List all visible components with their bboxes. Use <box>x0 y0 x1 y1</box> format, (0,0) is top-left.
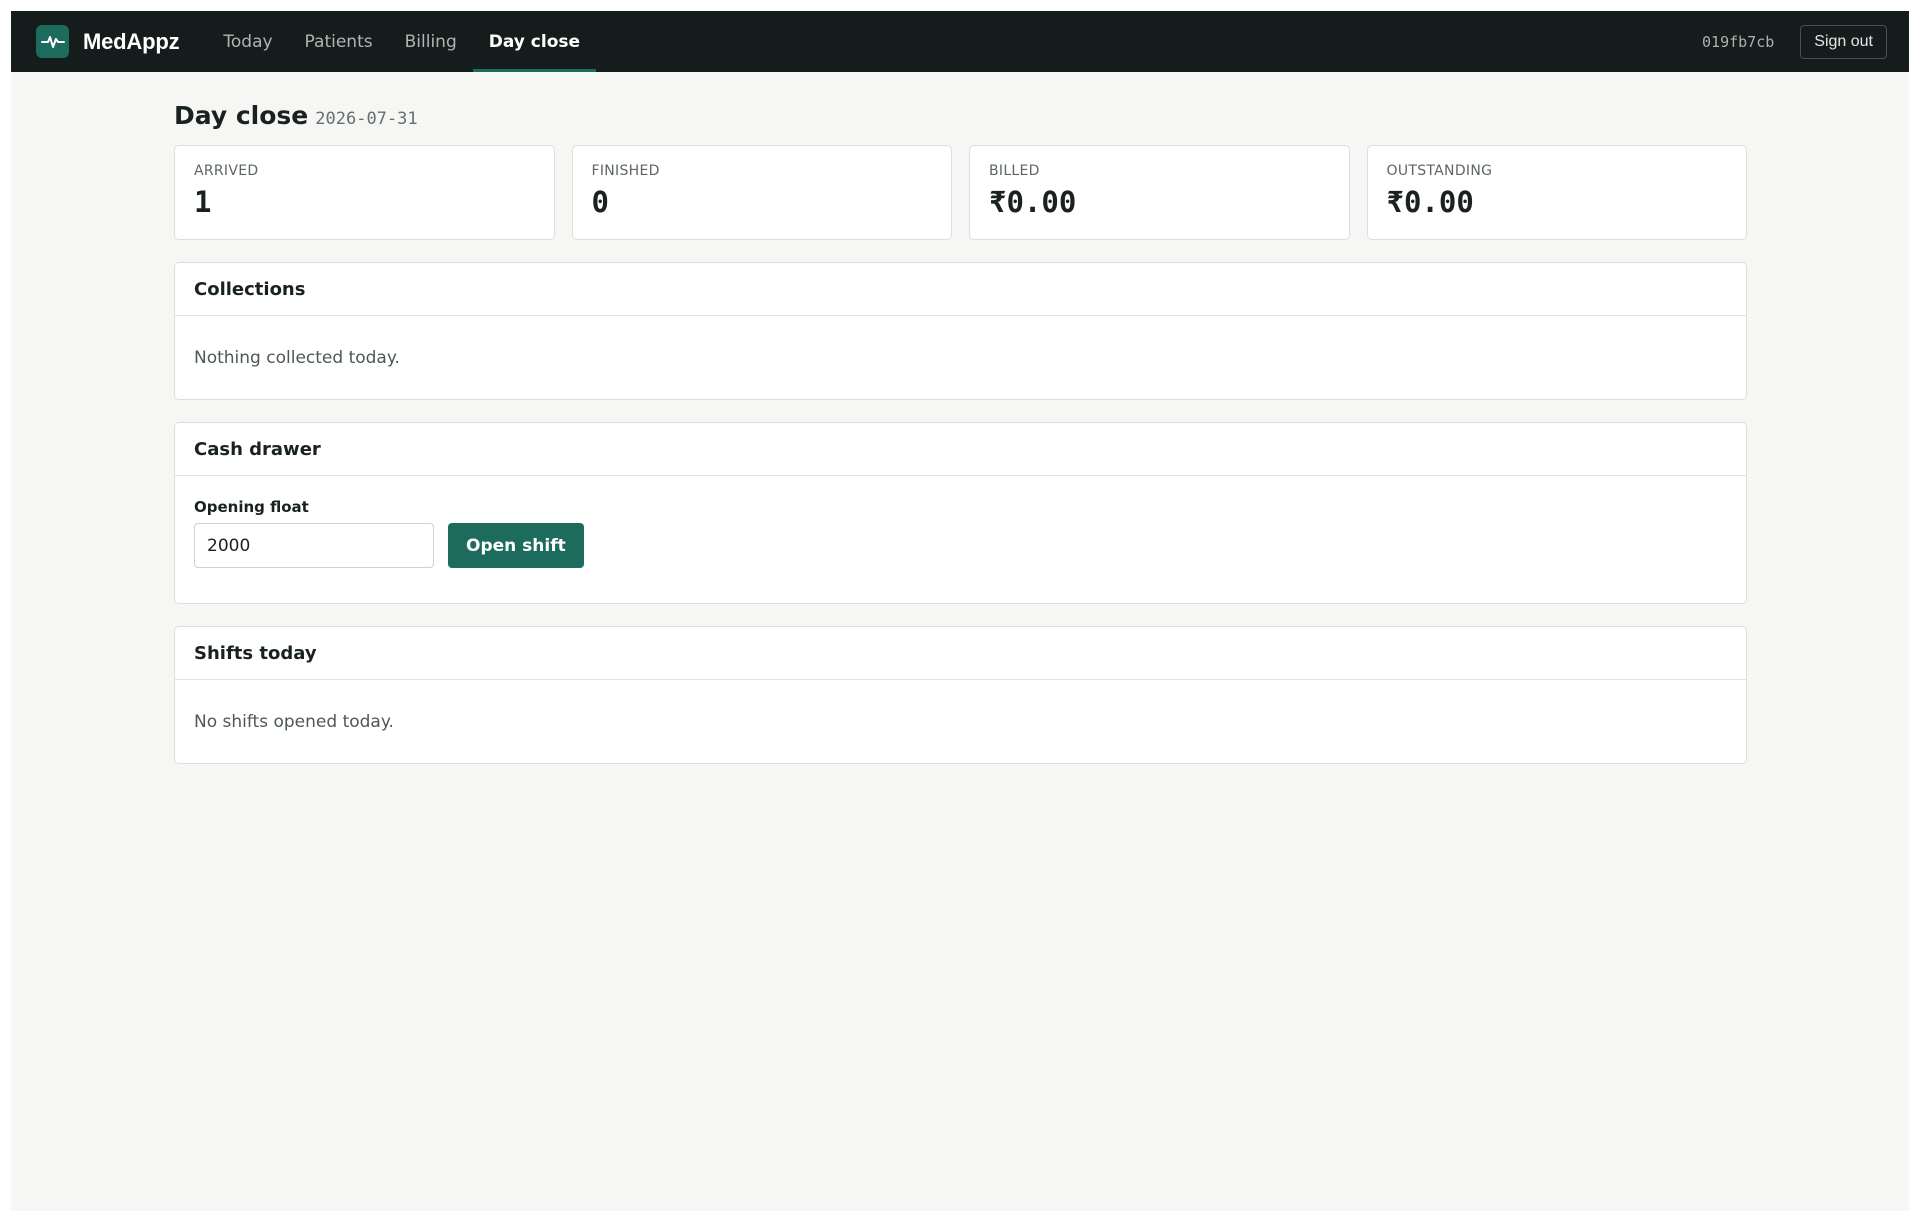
shifts-today-card: Shifts today No shifts opened today. <box>174 626 1747 764</box>
pulse-icon <box>36 25 69 58</box>
opening-float-row: Open shift <box>194 523 1727 568</box>
app-window: MedAppz Today Patients Billing Day close… <box>11 11 1909 1211</box>
nav-item-billing[interactable]: Billing <box>389 11 473 72</box>
card-title: Shifts today <box>175 627 1746 680</box>
card-body: Opening float Open shift <box>175 476 1746 603</box>
opening-float-label: Opening float <box>194 498 309 516</box>
top-nav-bar: MedAppz Today Patients Billing Day close… <box>11 11 1909 72</box>
card-title: Cash drawer <box>175 423 1746 476</box>
card-body: Nothing collected today. <box>175 316 1746 399</box>
main-content: Day close 2026-07-31 ARRIVED 1 FINISHED … <box>174 72 1747 764</box>
sign-out-button[interactable]: Sign out <box>1800 24 1887 59</box>
stats-row: ARRIVED 1 FINISHED 0 BILLED ₹0.00 OUTSTA… <box>174 145 1747 240</box>
nav-item-patients[interactable]: Patients <box>289 11 389 72</box>
stat-label: FINISHED <box>591 163 660 179</box>
stat-card-finished: FINISHED 0 <box>571 145 952 240</box>
brand-name: MedAppz <box>83 28 180 54</box>
stat-value: ₹0.00 <box>989 185 1077 219</box>
stat-label: BILLED <box>989 163 1040 179</box>
open-shift-button[interactable]: Open shift <box>448 523 584 568</box>
stat-card-billed: BILLED ₹0.00 <box>969 145 1350 240</box>
page-title: Day close <box>174 101 309 130</box>
card-title: Collections <box>175 263 1746 316</box>
page-date: 2026-07-31 <box>315 109 418 129</box>
stat-value: 1 <box>194 185 212 219</box>
opening-float-input[interactable] <box>194 523 434 568</box>
brand[interactable]: MedAppz <box>36 11 180 72</box>
nav-item-day-close[interactable]: Day close <box>472 11 597 72</box>
stat-label: ARRIVED <box>194 163 259 179</box>
stat-label: OUTSTANDING <box>1386 163 1493 179</box>
nav-item-today[interactable]: Today <box>207 11 288 72</box>
stat-card-outstanding: OUTSTANDING ₹0.00 <box>1366 145 1747 240</box>
empty-state-text: Nothing collected today. <box>194 347 400 368</box>
page-heading: Day close 2026-07-31 <box>174 101 1747 130</box>
stat-value: ₹0.00 <box>1386 185 1474 219</box>
stat-card-arrived: ARRIVED 1 <box>174 145 555 240</box>
session-id: 019fb7cb <box>1702 32 1775 51</box>
empty-state-text: No shifts opened today. <box>194 711 394 732</box>
card-body: No shifts opened today. <box>175 680 1746 763</box>
collections-card: Collections Nothing collected today. <box>174 262 1747 400</box>
main-nav: Today Patients Billing Day close <box>207 11 597 72</box>
cash-drawer-card: Cash drawer Opening float Open shift <box>174 422 1747 604</box>
stat-value: 0 <box>591 185 609 219</box>
